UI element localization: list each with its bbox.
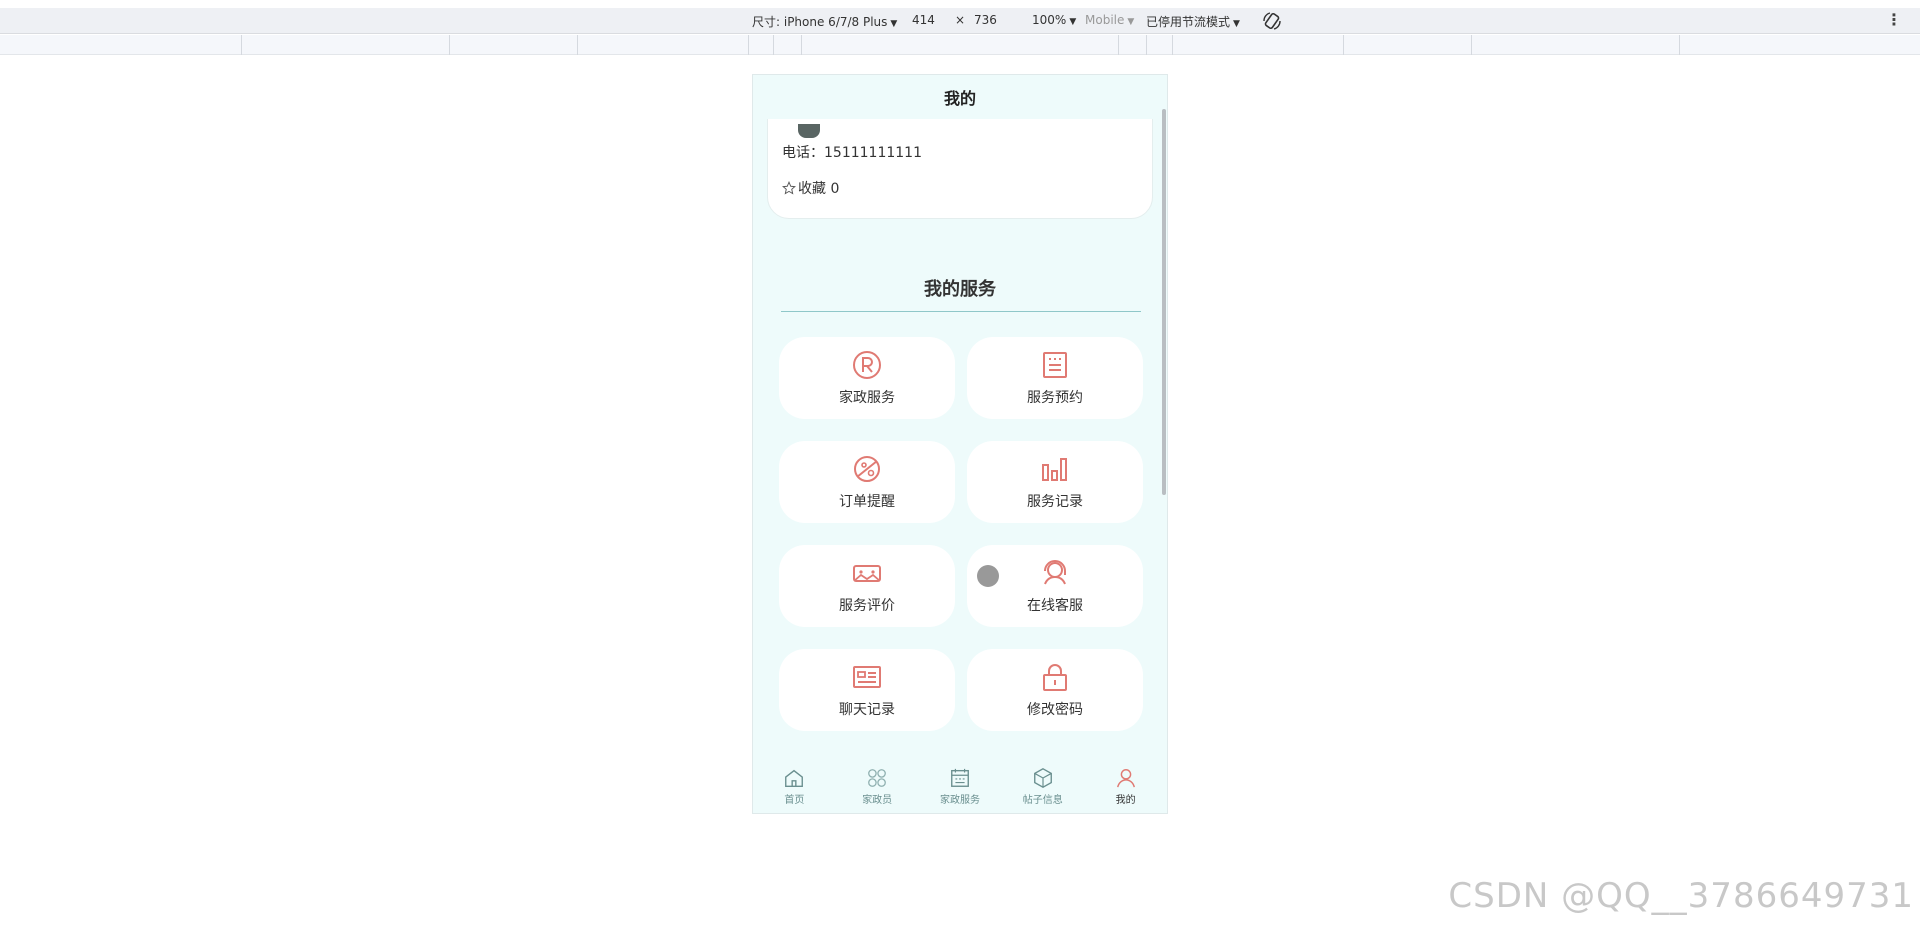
rotate-icon[interactable] bbox=[1262, 11, 1282, 31]
service-change-password[interactable]: 修改密码 bbox=[967, 649, 1143, 731]
service-review[interactable]: 服务评价 bbox=[779, 545, 955, 627]
tab-home[interactable]: 首页 bbox=[764, 767, 824, 806]
phone-number: 电话：15111111111 bbox=[782, 145, 922, 161]
device-select[interactable]: 尺寸: iPhone 6/7/8 Plus ▼ bbox=[752, 13, 897, 30]
service-chat-history[interactable]: 聊天记录 bbox=[779, 649, 955, 731]
avatar bbox=[798, 124, 820, 138]
touch-cursor bbox=[977, 565, 999, 587]
cube-icon bbox=[1033, 767, 1052, 788]
grid-circles-icon bbox=[868, 768, 887, 787]
bottom-tabbar: 首页 家政员 家政服务 帖子信息 我的 bbox=[753, 755, 1167, 813]
user-icon bbox=[1116, 768, 1135, 787]
tab-mine[interactable]: 我的 bbox=[1096, 767, 1156, 806]
lock-icon bbox=[1043, 664, 1067, 691]
service-online-support[interactable]: 在线客服 bbox=[967, 545, 1143, 627]
favorites-link[interactable]: 收藏 0 bbox=[782, 178, 839, 198]
calendar-icon bbox=[951, 768, 969, 787]
service-order-reminder[interactable]: 订单提醒 bbox=[779, 441, 955, 523]
vr-glasses-icon bbox=[853, 565, 881, 582]
throttle-select[interactable]: 已停用节流模式 ▼ bbox=[1146, 13, 1240, 30]
media-query-ruler bbox=[0, 35, 1920, 55]
zoom-select[interactable]: 100% ▼ bbox=[1032, 13, 1076, 27]
service-booking[interactable]: 服务预约 bbox=[967, 337, 1143, 419]
scrollbar[interactable] bbox=[1162, 109, 1166, 495]
service-housekeeping[interactable]: 家政服务 bbox=[779, 337, 955, 419]
home-icon bbox=[785, 769, 804, 787]
height-input[interactable]: 736 bbox=[974, 13, 997, 27]
tab-posts[interactable]: 帖子信息 bbox=[1013, 767, 1073, 806]
bar-chart-icon bbox=[1042, 458, 1067, 481]
times-sign: × bbox=[955, 13, 966, 27]
devtools-toolbar: 尺寸: iPhone 6/7/8 Plus ▼ 414 × 736 100% ▼ M… bbox=[0, 8, 1920, 34]
services-title: 我的服务 bbox=[924, 279, 996, 300]
width-input[interactable]: 414 bbox=[912, 13, 935, 27]
services-divider bbox=[781, 311, 1141, 312]
tab-services[interactable]: 家政服务 bbox=[930, 767, 990, 806]
headset-icon bbox=[1044, 560, 1066, 585]
tab-housekeepers[interactable]: 家政员 bbox=[847, 767, 907, 806]
planet-icon bbox=[854, 456, 880, 482]
registered-icon bbox=[853, 351, 881, 379]
watermark: CSDN @QQ__3786649731 bbox=[1448, 876, 1914, 916]
service-records[interactable]: 服务记录 bbox=[967, 441, 1143, 523]
page-title: 我的 bbox=[753, 75, 1167, 119]
list-document-icon bbox=[1043, 352, 1067, 378]
star-icon bbox=[782, 181, 796, 195]
mode-select[interactable]: Mobile ▼ bbox=[1085, 13, 1134, 27]
phone-viewport: 我的 电话：15111111111 收藏 0 我的服务 家政服务 服务预约 订单… bbox=[752, 74, 1168, 814]
id-card-icon bbox=[853, 666, 881, 688]
more-menu-icon[interactable]: ⋮ bbox=[1886, 10, 1902, 29]
